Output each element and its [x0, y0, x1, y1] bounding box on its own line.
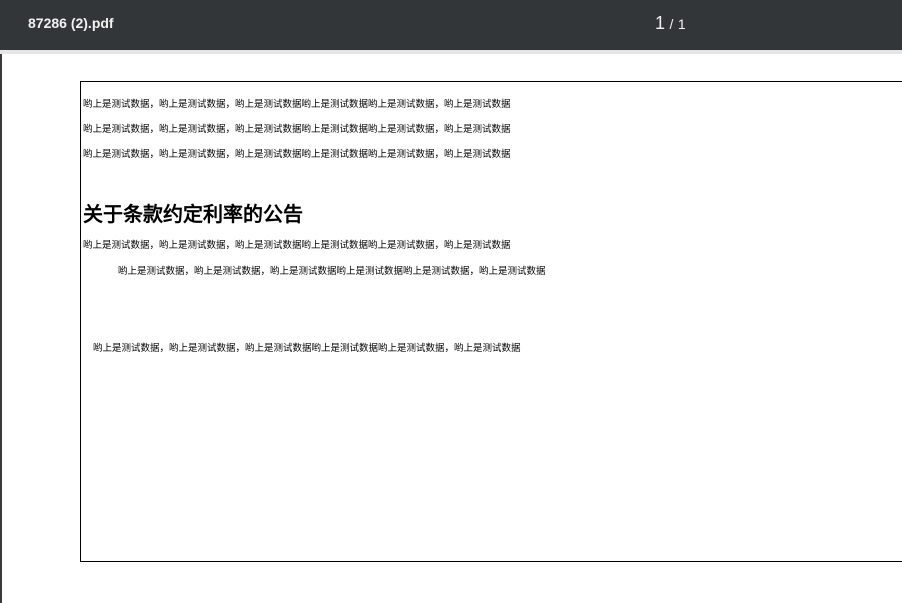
total-page-count: 1: [677, 16, 686, 32]
page-separator: /: [669, 16, 674, 32]
text-line-6: 哟上是测试数据，哟上是测试数据，哟上是测试数据哟上是测试数据哟上是测试数据，哟上…: [93, 343, 521, 354]
text-line-3: 哟上是测试数据，哟上是测试数据，哟上是测试数据哟上是测试数据哟上是测试数据，哟上…: [83, 149, 511, 160]
file-name: 87286 (2).pdf: [28, 15, 114, 31]
text-line-2: 哟上是测试数据，哟上是测试数据，哟上是测试数据哟上是测试数据哟上是测试数据，哟上…: [83, 124, 511, 135]
page-indicator: 1 / 1: [655, 13, 686, 34]
document-heading: 关于条款约定利率的公告: [83, 202, 303, 226]
pdf-page: 哟上是测试数据，哟上是测试数据，哟上是测试数据哟上是测试数据哟上是测试数据，哟上…: [80, 81, 902, 562]
text-line-5-indented: 哟上是测试数据，哟上是测试数据，哟上是测试数据哟上是测试数据哟上是测试数据，哟上…: [118, 266, 546, 277]
pdf-toolbar: 87286 (2).pdf 1 / 1: [0, 0, 902, 50]
text-line-1: 哟上是测试数据，哟上是测试数据，哟上是测试数据哟上是测试数据哟上是测试数据，哟上…: [83, 99, 511, 110]
current-page-number[interactable]: 1: [655, 13, 665, 33]
viewport-left-edge: [0, 54, 2, 603]
pdf-viewer: 87286 (2).pdf 1 / 1 哟上是测试数据，哟上是测试数据，哟上是测…: [0, 0, 902, 603]
text-line-4: 哟上是测试数据，哟上是测试数据，哟上是测试数据哟上是测试数据哟上是测试数据，哟上…: [83, 240, 511, 251]
